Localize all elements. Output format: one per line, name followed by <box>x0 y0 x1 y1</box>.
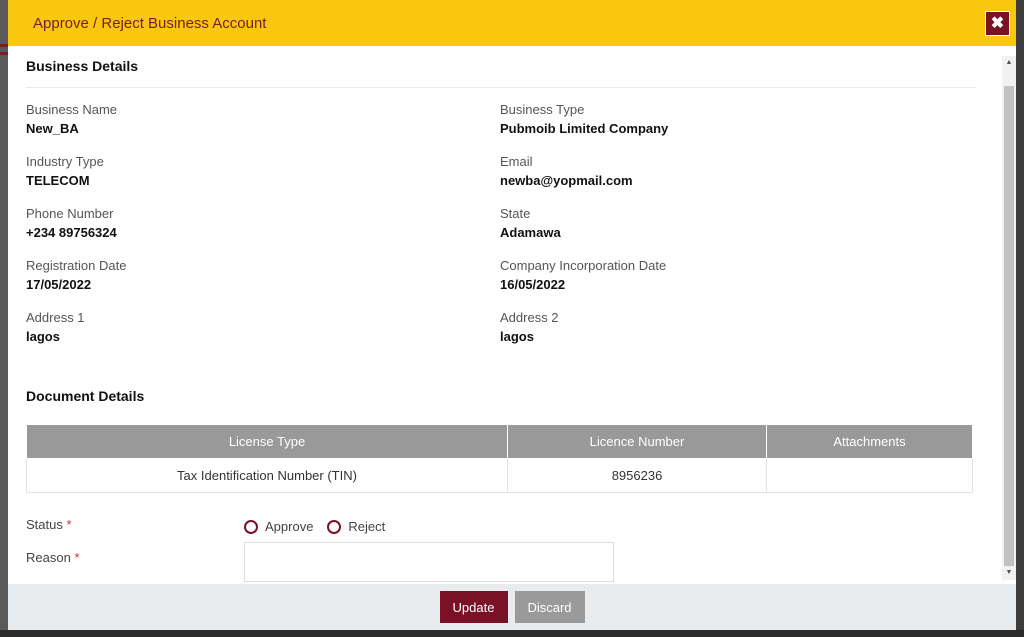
field-label: Registration Date <box>26 258 127 273</box>
status-label-text: Status <box>26 517 63 532</box>
field-label: Email <box>500 154 533 169</box>
scroll-up-icon[interactable]: ▲ <box>1002 56 1016 70</box>
field-address-1: Address 1 lagos <box>26 310 500 344</box>
column-header: Attachments <box>766 424 973 459</box>
column-header: Licence Number <box>507 424 767 459</box>
business-details-grid: Business Name New_BA Business Type Pubmo… <box>26 88 1002 344</box>
field-registration-date: Registration Date 17/05/2022 <box>26 258 500 292</box>
discard-button[interactable]: Discard <box>514 591 585 623</box>
field-industry-type: Industry Type TELECOM <box>26 154 500 188</box>
approve-radio[interactable] <box>244 519 258 534</box>
required-mark: * <box>74 550 80 565</box>
table-cell: 8956236 <box>507 458 767 493</box>
business-details-title: Business Details <box>26 46 976 88</box>
close-button[interactable]: ✖ <box>985 10 1010 36</box>
field-label: Company Incorporation Date <box>500 258 667 273</box>
backdrop-right <box>1016 0 1024 637</box>
field-value: New_BA <box>26 121 79 136</box>
field-label: Phone Number <box>26 206 114 221</box>
status-radio-group: Approve Reject <box>244 519 399 534</box>
table-cell: Tax Identification Number (TIN) <box>26 458 508 493</box>
field-email: Email newba@yopmail.com <box>500 154 974 188</box>
field-value: 16/05/2022 <box>500 277 566 292</box>
field-value: TELECOM <box>26 173 90 188</box>
field-incorporation-date: Company Incorporation Date 16/05/2022 <box>500 258 974 292</box>
modal-header: Approve / Reject Business Account ✖ <box>8 0 1016 46</box>
field-value: 17/05/2022 <box>26 277 92 292</box>
field-state: State Adamawa <box>500 206 974 240</box>
backdrop-stripe <box>0 52 8 55</box>
reject-label[interactable]: Reject <box>348 519 385 534</box>
column-header: License Type <box>26 424 508 459</box>
reason-label: Reason * <box>26 550 244 582</box>
reason-label-text: Reason <box>26 550 71 565</box>
close-icon: ✖ <box>990 15 1005 32</box>
backdrop-bottom-bar <box>0 630 1024 637</box>
scroll-thumb[interactable] <box>1004 86 1014 566</box>
table-header-row: License Type Licence Number Attachments <box>26 424 973 459</box>
field-value: newba@yopmail.com <box>500 173 633 188</box>
modal-footer: Update Discard <box>8 584 1016 630</box>
status-row: Status * Approve Reject <box>26 517 1002 534</box>
scroll-down-icon[interactable]: ▼ <box>1002 566 1016 580</box>
required-mark: * <box>66 517 72 532</box>
field-value: lagos <box>26 329 60 344</box>
update-button[interactable]: Update <box>439 591 508 623</box>
field-label: Business Name <box>26 102 118 117</box>
status-label: Status * <box>26 517 244 534</box>
reject-radio[interactable] <box>327 519 342 534</box>
approve-label[interactable]: Approve <box>265 519 313 534</box>
scrollbar[interactable]: ▲ ▼ <box>1002 56 1016 580</box>
reason-row: Reason * <box>26 542 1002 582</box>
field-label: Business Type <box>500 102 585 117</box>
reason-input[interactable] <box>244 542 614 582</box>
table-row: Tax Identification Number (TIN) 8956236 <box>26 458 973 493</box>
field-business-name: Business Name New_BA <box>26 102 500 136</box>
field-label: Industry Type <box>26 154 104 169</box>
modal-body[interactable]: Business Details Business Name New_BA Bu… <box>8 46 1002 584</box>
field-address-2: Address 2 lagos <box>500 310 974 344</box>
field-phone-number: Phone Number +234 89756324 <box>26 206 500 240</box>
field-value: Adamawa <box>500 225 561 240</box>
field-value: lagos <box>500 329 534 344</box>
document-details-title: Document Details <box>26 388 145 404</box>
field-value: +234 89756324 <box>26 225 117 240</box>
table-cell[interactable] <box>766 458 973 493</box>
field-value: Pubmoib Limited Company <box>500 121 669 136</box>
field-label: Address 1 <box>26 310 85 325</box>
approve-reject-modal: Approve / Reject Business Account ✖ Busi… <box>8 0 1016 630</box>
backdrop-stripe <box>0 44 8 47</box>
field-business-type: Business Type Pubmoib Limited Company <box>500 102 974 136</box>
field-label: Address 2 <box>500 310 559 325</box>
field-label: State <box>500 206 531 221</box>
document-table: License Type Licence Number Attachments … <box>26 424 973 493</box>
modal-title: Approve / Reject Business Account <box>33 14 267 32</box>
